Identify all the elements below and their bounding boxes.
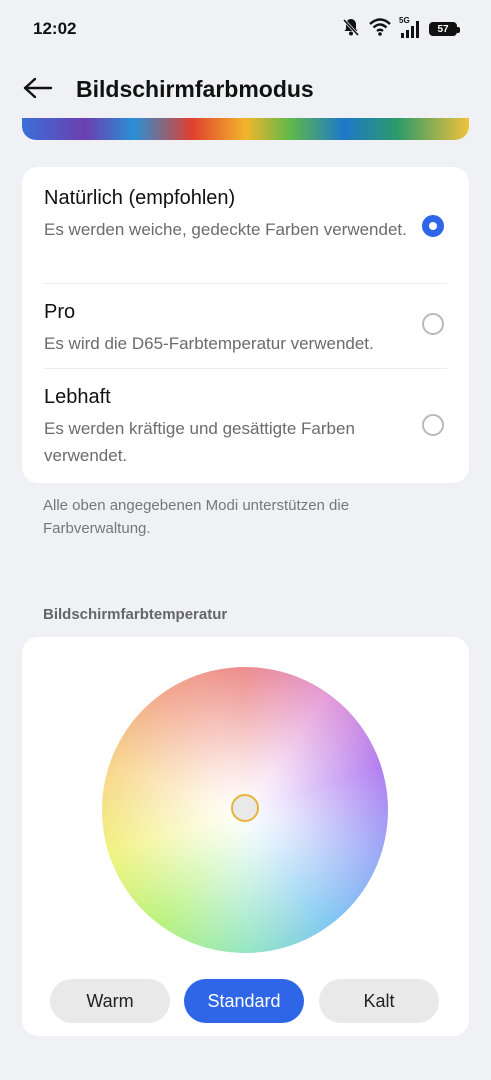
color-mode-card: Natürlich (empfohlen) Es werden weiche, … [22,167,469,483]
mode-option-natural[interactable]: Natürlich (empfohlen) Es werden weiche, … [22,167,469,283]
network-type: 5G [399,16,410,25]
mode-title: Lebhaft [44,386,111,408]
mode-title: Pro [44,301,76,323]
temperature-button-row: Warm Standard Kalt [50,979,442,1023]
radio-selected[interactable] [422,215,444,237]
bell-off-icon [341,17,361,42]
mode-option-vivid[interactable]: Lebhaft Es werden kräftige und gesättigt… [22,369,469,483]
mode-description: Es wird die D65-Farbtemperatur verwendet… [44,334,374,353]
warm-button[interactable]: Warm [50,979,170,1023]
battery-icon: 57 [429,22,460,36]
status-bar: 12:02 5G 57 [0,0,491,60]
cold-button[interactable]: Kalt [319,979,439,1023]
standard-button[interactable]: Standard [184,979,304,1023]
mode-description: Es werden kräftige und gesättigte Farben… [44,419,355,465]
page-title: Bildschirmfarbmodus [76,76,314,102]
color-temperature-card: Warm Standard Kalt [22,637,469,1036]
battery-level: 57 [437,23,449,35]
mode-option-pro[interactable]: Pro Es wird die D65-Farbtemperatur verwe… [22,284,469,368]
status-icons: 5G 57 [341,16,460,42]
status-time: 12:02 [33,19,77,38]
signal-icon: 5G [399,16,421,40]
wifi-icon [369,17,391,41]
radio-unselected[interactable] [422,414,444,436]
color-preview-image [22,118,469,140]
back-button[interactable] [20,74,56,106]
mode-description: Es werden weiche, gedeckte Farben verwen… [44,220,407,239]
arrow-left-icon [23,77,53,104]
color-management-note: Alle oben angegebenen Modi unterstützen … [43,497,350,537]
app-header: Bildschirmfarbmodus [0,60,491,122]
radio-unselected[interactable] [422,313,444,335]
section-label-temperature: Bildschirmfarbtemperatur [43,606,228,623]
mode-title: Natürlich (empfohlen) [44,187,236,209]
color-wheel-handle[interactable] [231,794,259,822]
